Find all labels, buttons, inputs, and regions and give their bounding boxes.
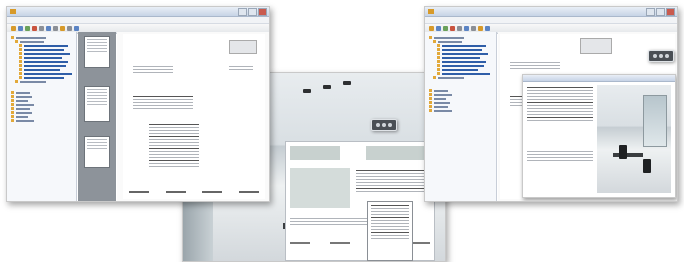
- toolbar-icon[interactable]: [67, 26, 72, 31]
- toolbar-icon[interactable]: [74, 26, 79, 31]
- toolbar-icon[interactable]: [450, 26, 455, 31]
- toolbar-icon[interactable]: [485, 26, 490, 31]
- toolbar-icon[interactable]: [478, 26, 483, 31]
- folder-icon: [19, 44, 22, 47]
- folder-icon: [15, 40, 18, 43]
- toolbar-icon[interactable]: [436, 26, 441, 31]
- toolbar-icon[interactable]: [464, 26, 469, 31]
- screenshot-right: [424, 6, 678, 202]
- folder-icon: [19, 72, 22, 75]
- toolbar-icon[interactable]: [25, 26, 30, 31]
- floating-toolbox[interactable]: [648, 50, 674, 62]
- folder-icon: [437, 52, 440, 55]
- folder-icon: [15, 80, 18, 83]
- maximize-icon[interactable]: [656, 8, 665, 16]
- rendered-room-image: [597, 85, 671, 193]
- maximize-icon[interactable]: [248, 8, 257, 16]
- folder-icon: [433, 76, 436, 79]
- floating-toolbox[interactable]: [371, 119, 397, 131]
- folder-icon: [429, 89, 432, 92]
- lamp-icon: [323, 85, 331, 89]
- project-tree[interactable]: [425, 32, 497, 201]
- folder-icon: [429, 105, 432, 108]
- page-thumbnail[interactable]: [84, 86, 110, 122]
- folder-icon: [429, 93, 432, 96]
- folder-icon: [19, 56, 22, 59]
- folder-icon: [11, 107, 14, 110]
- close-icon[interactable]: [258, 8, 267, 16]
- toolbar-icon[interactable]: [46, 26, 51, 31]
- minimize-icon[interactable]: [238, 8, 247, 16]
- folder-icon: [19, 76, 22, 79]
- report-preview-window[interactable]: [522, 74, 676, 198]
- folder-icon: [429, 109, 432, 112]
- toolbar-icon[interactable]: [429, 26, 434, 31]
- toolbar-icon[interactable]: [53, 26, 58, 31]
- folder-icon: [19, 48, 22, 51]
- menu-bar: [7, 17, 269, 24]
- toolbar-icon[interactable]: [32, 26, 37, 31]
- close-icon[interactable]: [666, 8, 675, 16]
- minimize-icon[interactable]: [646, 8, 655, 16]
- toolbar-icon[interactable]: [471, 26, 476, 31]
- folder-icon: [19, 64, 22, 67]
- document-page: [123, 34, 265, 199]
- app-icon: [10, 9, 16, 14]
- folder-icon: [429, 97, 432, 100]
- title-bar: [7, 7, 269, 17]
- toolbar-icon[interactable]: [457, 26, 462, 31]
- lamp-icon: [343, 81, 351, 85]
- folder-icon: [11, 115, 14, 118]
- folder-icon: [433, 40, 436, 43]
- folder-icon: [11, 119, 14, 122]
- folder-icon: [437, 44, 440, 47]
- document-view[interactable]: [117, 32, 269, 201]
- folder-icon: [11, 99, 14, 102]
- toolbar-icon[interactable]: [18, 26, 23, 31]
- folder-icon: [437, 68, 440, 71]
- folder-icon: [437, 56, 440, 59]
- folder-icon: [19, 60, 22, 63]
- toolbar-icon[interactable]: [60, 26, 65, 31]
- folder-icon: [429, 36, 432, 39]
- folder-icon: [19, 52, 22, 55]
- menu-bar: [425, 17, 677, 24]
- folder-icon: [11, 91, 14, 94]
- toolbar-icon[interactable]: [11, 26, 16, 31]
- page-thumbnail-strip[interactable]: [78, 32, 116, 201]
- page-thumbnail[interactable]: [84, 136, 110, 168]
- page-thumbnail[interactable]: [84, 36, 110, 68]
- folder-icon: [437, 72, 440, 75]
- lamp-icon: [303, 89, 311, 93]
- folder-icon: [437, 64, 440, 67]
- folder-icon: [11, 95, 14, 98]
- folder-icon: [11, 103, 14, 106]
- folder-icon: [429, 101, 432, 104]
- document-view[interactable]: [498, 32, 677, 201]
- schedule-sheet: [367, 201, 413, 261]
- folder-icon: [437, 48, 440, 51]
- project-tree[interactable]: [7, 32, 77, 201]
- folder-icon: [11, 111, 14, 114]
- title-bar: [425, 7, 677, 17]
- toolbar-icon[interactable]: [443, 26, 448, 31]
- folder-icon: [437, 60, 440, 63]
- screenshot-left: [6, 6, 270, 202]
- folder-icon: [11, 36, 14, 39]
- app-icon: [428, 9, 434, 14]
- folder-icon: [19, 68, 22, 71]
- toolbar-icon[interactable]: [39, 26, 44, 31]
